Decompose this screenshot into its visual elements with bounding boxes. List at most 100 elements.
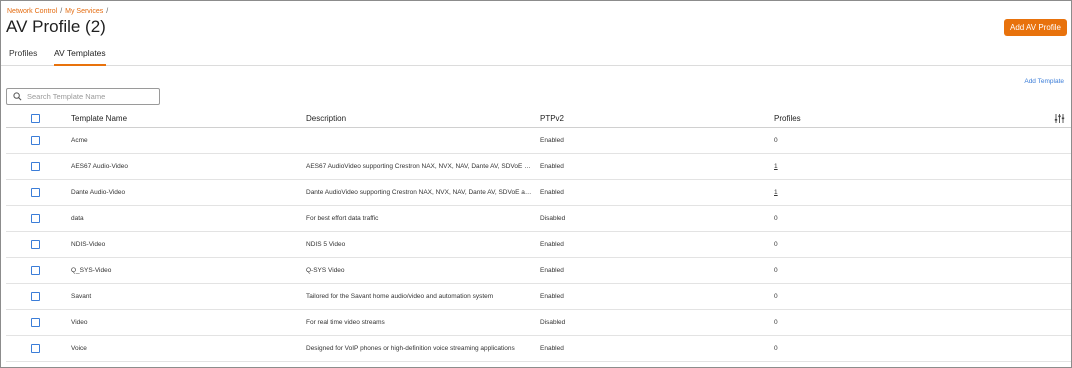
table-row[interactable]: Savant Tailored for the Savant home audio… — [6, 284, 1071, 310]
template-profiles-count: 0 — [774, 336, 974, 361]
template-profiles-count: 0 — [774, 128, 974, 153]
breadcrumb-separator: / — [60, 8, 63, 15]
table-row[interactable]: Dante Audio-Video Dante AudioVideo suppor… — [6, 180, 1071, 206]
template-profiles-count: 0 — [774, 258, 974, 283]
row-checkbox[interactable] — [31, 318, 40, 327]
profiles-count-value: 0 — [774, 319, 778, 326]
select-all-checkbox[interactable] — [31, 113, 40, 123]
template-name: NDIS-Video — [71, 241, 106, 248]
template-name: Acme — [71, 137, 88, 144]
column-header-ptpv2[interactable]: PTPv2 — [540, 109, 740, 127]
column-header-template-name[interactable]: Template Name — [71, 109, 291, 127]
table-row[interactable]: AES67 Audio-Video AES67 AudioVideo suppor… — [6, 154, 1071, 180]
row-checkbox-cell — [31, 232, 45, 257]
template-description: Q-SYS Video — [306, 258, 534, 283]
template-description: Designed for VoIP phones or high-definit… — [306, 336, 534, 361]
tab-av-templates[interactable]: AV Templates — [54, 48, 106, 66]
template-ptpv2: Enabled — [540, 293, 564, 300]
row-checkbox-cell — [31, 284, 45, 309]
table-row[interactable]: Video For real time video streams Disabled… — [6, 310, 1071, 336]
template-description: For real time video streams — [306, 310, 534, 335]
table-row[interactable]: data For best effort data traffic Disabled… — [6, 206, 1071, 232]
template-ptpv2: Enabled — [540, 241, 564, 248]
template-description-text: Tailored for the Savant home audio/video… — [306, 293, 494, 300]
template-ptpv2: Enabled — [540, 163, 564, 170]
profiles-count-value[interactable]: 1 — [774, 163, 778, 170]
search-box — [6, 88, 160, 105]
row-checkbox[interactable] — [31, 188, 40, 197]
row-checkbox-cell — [31, 180, 45, 205]
template-name: AES67 Audio-Video — [71, 163, 128, 170]
template-description: NDIS 5 Video — [306, 232, 534, 257]
template-name: Savant — [71, 293, 92, 300]
row-checkbox[interactable] — [31, 162, 40, 171]
template-description: AES67 AudioVideo supporting Crestron NAX… — [306, 154, 534, 179]
tab-bar: Profiles AV Templates — [1, 45, 1071, 66]
profiles-count-value: 0 — [774, 293, 778, 300]
template-ptpv2: Enabled — [540, 137, 564, 144]
table-row[interactable]: Acme Enabled 0 — [6, 128, 1071, 154]
profiles-count-value: 0 — [774, 267, 778, 274]
breadcrumb-network-control[interactable]: Network Control — [7, 8, 57, 15]
row-checkbox-cell — [31, 258, 45, 283]
table-row[interactable]: Q_SYS-Video Q-SYS Video Enabled 0 — [6, 258, 1071, 284]
template-profiles-count: 0 — [774, 206, 974, 231]
template-name: Dante Audio-Video — [71, 189, 126, 196]
row-checkbox[interactable] — [31, 214, 40, 223]
template-description-text: NDIS 5 Video — [306, 241, 346, 248]
template-description-text: Q-SYS Video — [306, 267, 345, 274]
row-checkbox-cell — [31, 310, 45, 335]
table-row[interactable]: Voice Designed for VoIP phones or high-de… — [6, 336, 1071, 362]
column-settings-button[interactable] — [1052, 109, 1066, 127]
column-settings-icon — [1054, 113, 1064, 123]
template-ptpv2: Enabled — [540, 345, 564, 352]
add-template-link[interactable]: Add Template — [1024, 78, 1064, 85]
template-profiles-count: 0 — [774, 284, 974, 309]
row-checkbox-cell — [31, 128, 45, 153]
row-checkbox[interactable] — [31, 344, 40, 353]
template-description: Tailored for the Savant home audio/video… — [306, 284, 534, 309]
template-profiles-count[interactable]: 1 — [774, 180, 974, 205]
template-name: data — [71, 215, 84, 222]
table-header: Template Name Description PTPv2 Profiles — [6, 109, 1071, 128]
template-description — [306, 128, 534, 153]
template-profiles-count: 0 — [774, 310, 974, 335]
add-av-profile-button[interactable]: Add AV Profile — [1004, 19, 1067, 36]
template-description-text: For best effort data traffic — [306, 215, 379, 222]
template-ptpv2: Enabled — [540, 189, 564, 196]
template-name: Video — [71, 319, 88, 326]
search-icon — [13, 92, 22, 101]
select-all-cell — [31, 109, 45, 127]
template-profiles-count[interactable]: 1 — [774, 154, 974, 179]
breadcrumb-my-services[interactable]: My Services — [65, 8, 103, 15]
template-description-text: Dante AudioVideo supporting Crestron NAX… — [306, 189, 534, 196]
search-input[interactable] — [27, 90, 157, 103]
row-checkbox[interactable] — [31, 292, 40, 301]
page-title: AV Profile (2) — [6, 17, 106, 36]
template-description: For best effort data traffic — [306, 206, 534, 231]
template-name: Q_SYS-Video — [71, 267, 112, 274]
tab-profiles[interactable]: Profiles — [9, 48, 37, 64]
table-body: Acme Enabled 0 AES67 Audio-Video AES67 Audio… — [6, 128, 1071, 362]
template-ptpv2: Disabled — [540, 319, 566, 326]
template-name: Voice — [71, 345, 87, 352]
profiles-count-value[interactable]: 1 — [774, 189, 778, 196]
breadcrumb: Network Control / My Services / — [7, 8, 111, 15]
template-ptpv2: Disabled — [540, 215, 566, 222]
profiles-count-value: 0 — [774, 215, 778, 222]
profiles-count-value: 0 — [774, 137, 778, 144]
row-checkbox[interactable] — [31, 266, 40, 275]
template-description: Dante AudioVideo supporting Crestron NAX… — [306, 180, 534, 205]
row-checkbox-cell — [31, 154, 45, 179]
template-ptpv2: Enabled — [540, 267, 564, 274]
template-profiles-count: 0 — [774, 232, 974, 257]
row-checkbox-cell — [31, 336, 45, 361]
table-row[interactable]: NDIS-Video NDIS 5 Video Enabled 0 — [6, 232, 1071, 258]
column-header-description[interactable]: Description — [306, 109, 534, 127]
column-header-profiles[interactable]: Profiles — [774, 109, 974, 127]
templates-table: Template Name Description PTPv2 Profiles… — [6, 109, 1071, 362]
row-checkbox[interactable] — [31, 240, 40, 249]
template-description-text: AES67 AudioVideo supporting Crestron NAX… — [306, 163, 534, 170]
row-checkbox[interactable] — [31, 136, 40, 145]
row-checkbox-cell — [31, 206, 45, 231]
